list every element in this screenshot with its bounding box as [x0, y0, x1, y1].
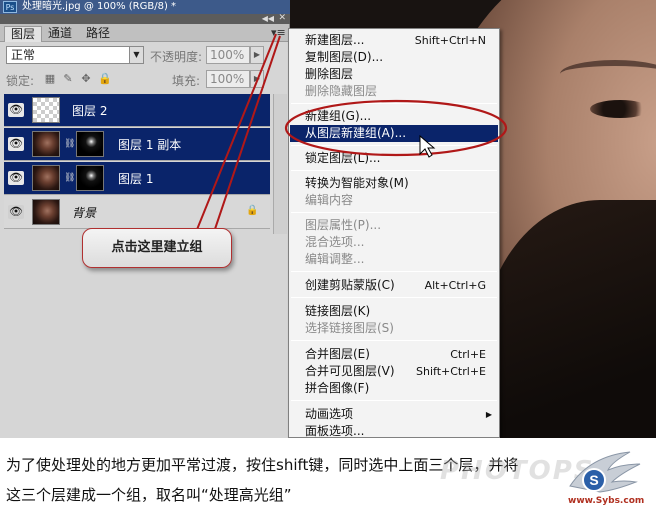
fill-slider-toggle[interactable]: ▶: [250, 70, 264, 88]
layer-list-scrollbar[interactable]: [273, 94, 287, 234]
submenu-arrow-icon: ▶: [485, 410, 492, 419]
tab-paths[interactable]: 路径: [80, 26, 116, 42]
menu-item-delete-layer[interactable]: 删除图层: [290, 66, 498, 83]
menu-item-delete-hidden-layers: 删除隐藏图层: [305, 84, 378, 98]
opacity-label: 不透明度:: [150, 50, 203, 64]
document-title-bar: Ps 处理暗光.jpg @ 100% (RGB/8) *: [0, 0, 290, 14]
eyebrow-region: [560, 60, 656, 88]
eye-icon[interactable]: 👁: [8, 171, 24, 185]
menu-separator: [291, 297, 497, 298]
menu-item-edit-contents: 编辑内容: [305, 193, 354, 207]
layer-name: 图层 1 副本: [118, 138, 182, 152]
panel-menu-icon[interactable]: ▾≡: [271, 27, 286, 39]
menu-item-blending-options: 混合选项...: [305, 235, 365, 249]
menu-item-convert-smart-object[interactable]: 转换为智能对象(M): [290, 175, 498, 192]
layer-thumbnail: [32, 97, 60, 123]
menu-separator: [291, 145, 497, 146]
caption-line-2: 这三个层建成一个组，取名叫“处理高光组”: [6, 486, 292, 504]
layer-row-layer1-copy[interactable]: 👁 ⛓ 图层 1 副本: [4, 128, 270, 161]
chevron-down-icon: ▼: [129, 47, 143, 63]
menu-item-new-group[interactable]: 新建组(G)...: [290, 108, 498, 125]
menu-item-merge-visible[interactable]: 合并可见图层(V) Shift+Ctrl+E: [290, 363, 498, 380]
menu-separator: [291, 271, 497, 272]
eye-region: [590, 100, 650, 118]
mask-link-icon[interactable]: ⛓: [64, 138, 75, 150]
layer-thumbnail: [32, 199, 60, 225]
menu-item-lock-layers[interactable]: 锁定图层(L)...: [290, 150, 498, 167]
menu-item-flatten-image[interactable]: 拼合图像(F): [290, 380, 498, 397]
document-title: 处理暗光.jpg @ 100% (RGB/8) *: [22, 1, 177, 12]
lock-move-icon[interactable]: ✥: [80, 73, 92, 85]
menu-item-duplicate-layer[interactable]: 复制图层(D)...: [290, 49, 498, 66]
tab-channels[interactable]: 通道: [42, 26, 78, 42]
layer-row-background[interactable]: 👁 背景 🔒: [4, 196, 270, 229]
opacity-field[interactable]: 100%: [206, 46, 250, 64]
menu-separator: [291, 400, 497, 401]
layer-name: 图层 1: [118, 172, 154, 186]
layers-context-menu: 新建图层... Shift+Ctrl+N 复制图层(D)... 删除图层 删除隐藏…: [288, 28, 500, 438]
fill-field[interactable]: 100%: [206, 70, 250, 88]
eye-icon[interactable]: 👁: [8, 103, 24, 117]
site-logo: S www.Sybs.com: [560, 448, 650, 516]
menu-separator: [291, 340, 497, 341]
lock-icon: 🔒: [246, 205, 259, 216]
menu-separator: [291, 170, 497, 171]
menu-item-animation-options[interactable]: 动画选项 ▶: [290, 406, 498, 423]
callout-label: 点击这里建立组: [82, 228, 232, 268]
photoshop-app-icon: Ps: [3, 1, 17, 13]
blend-row: 正常 ▼ 不透明度: 100% ▶: [6, 46, 286, 66]
eye-icon[interactable]: 👁: [8, 205, 24, 219]
layer-row-layer2[interactable]: 👁 图层 2: [4, 94, 270, 127]
menu-separator: [291, 212, 497, 213]
mask-link-icon[interactable]: ⛓: [64, 172, 75, 184]
blend-mode-value: 正常: [11, 48, 36, 62]
fill-label: 填充:: [172, 74, 201, 88]
layer-name: 图层 2: [72, 104, 108, 118]
lock-transparent-icon[interactable]: ▦: [44, 73, 56, 85]
menu-item-create-clipping-mask[interactable]: 创建剪贴蒙版(C) Alt+Ctrl+G: [290, 277, 498, 294]
menu-item-layer-properties: 图层属性(P)...: [305, 218, 382, 232]
panel-header-strip: ◀◀ ✕: [0, 13, 290, 24]
menu-item-merge-layers[interactable]: 合并图层(E) Ctrl+E: [290, 346, 498, 363]
logo-letter: S: [589, 472, 598, 488]
menu-item-new-layer[interactable]: 新建图层... Shift+Ctrl+N: [290, 32, 498, 49]
menu-item-edit-adjustment: 编辑调整...: [305, 252, 365, 266]
site-url: www.Sybs.com: [568, 496, 645, 506]
menu-item-select-linked-layers: 选择链接图层(S): [305, 321, 394, 335]
eye-icon[interactable]: 👁: [8, 137, 24, 151]
close-panel-icon[interactable]: ✕: [278, 13, 286, 23]
tab-layers[interactable]: 图层: [4, 26, 43, 42]
lock-row: 锁定: ▦ ✎ ✥ 🔒 填充: 100% ▶: [6, 70, 286, 90]
lock-brush-icon[interactable]: ✎: [62, 73, 74, 85]
blend-mode-select[interactable]: 正常 ▼: [6, 46, 144, 64]
menu-separator: [291, 103, 497, 104]
lock-all-icon[interactable]: 🔒: [98, 73, 112, 85]
collapse-panel-icon[interactable]: ◀◀: [262, 14, 274, 23]
layer-list: 👁 图层 2 👁 ⛓ 图层 1 副本 👁 ⛓ 图层 1 👁 背景 🔒: [4, 94, 270, 234]
layer-thumbnail: [32, 165, 60, 191]
layer-mask-thumbnail[interactable]: [76, 165, 104, 191]
panel-tabs: 图层 通道 路径 ▾≡: [0, 24, 289, 42]
menu-item-new-group-from-layers[interactable]: 从图层新建组(A)...: [290, 125, 498, 142]
opacity-slider-toggle[interactable]: ▶: [250, 46, 264, 64]
layer-name: 背景: [72, 206, 97, 220]
layer-thumbnail: [32, 131, 60, 157]
menu-item-link-layers[interactable]: 链接图层(K): [290, 303, 498, 320]
menu-item-panel-options[interactable]: 面板选项...: [290, 423, 498, 437]
layer-row-layer1[interactable]: 👁 ⛓ 图层 1: [4, 162, 270, 195]
layer-mask-thumbnail[interactable]: [76, 131, 104, 157]
lock-label: 锁定:: [6, 74, 35, 88]
